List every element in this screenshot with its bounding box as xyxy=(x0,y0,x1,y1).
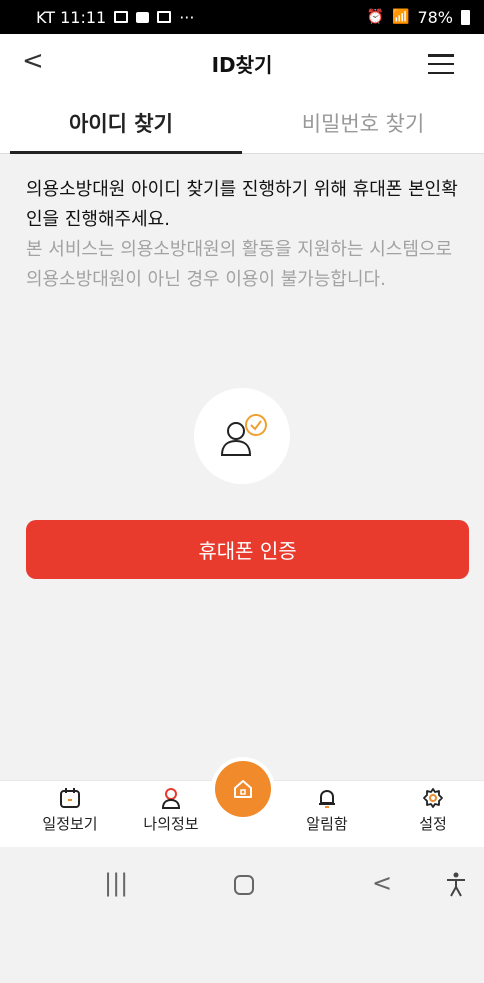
calendar-icon xyxy=(60,788,80,808)
person-check-icon xyxy=(220,414,267,456)
battery-icon xyxy=(461,9,470,25)
nav-settings-label: 설정 xyxy=(419,815,447,833)
home-icon xyxy=(234,780,252,798)
system-nav-bar: ||| < xyxy=(0,847,484,983)
chat-icon xyxy=(136,11,150,23)
app-header: < ID찾기 xyxy=(0,34,484,92)
intro-sub: 본 서비스는 의용소방대원의 활동을 지원하는 시스템으로 의용소방대원이 아닌… xyxy=(26,239,453,290)
nav-schedule[interactable]: 일정보기 xyxy=(25,787,115,834)
back-system-button[interactable]: < xyxy=(372,869,392,897)
nav-settings[interactable]: 설정 xyxy=(388,787,478,834)
gallery-icon xyxy=(114,11,129,23)
intro-main: 의용소방대원 아이디 찾기를 진행하기 위해 휴대폰 본인확인을 진행해주세요. xyxy=(26,179,458,230)
tab-find-password[interactable]: 비밀번호 찾기 xyxy=(242,92,484,153)
home-button[interactable] xyxy=(215,761,271,817)
home-system-button[interactable] xyxy=(232,873,256,897)
nav-my-info[interactable]: 나의정보 xyxy=(126,787,216,834)
phone-verify-button[interactable]: 휴대폰 인증 xyxy=(26,520,469,579)
back-button[interactable]: < xyxy=(22,46,44,76)
main-content: 의용소방대원 아이디 찾기를 진행하기 위해 휴대폰 본인확인을 진행해주세요.… xyxy=(0,155,484,785)
more-notifications: ··· xyxy=(179,7,195,27)
bottom-nav: 일정보기 나의정보 알림함 설정 xyxy=(0,761,484,847)
bell-icon xyxy=(319,789,335,808)
gear-icon xyxy=(423,788,443,808)
image-icon xyxy=(157,11,172,23)
nav-my-info-label: 나의정보 xyxy=(143,815,199,833)
nav-notifications-label: 알림함 xyxy=(306,815,348,833)
wifi-icon: 📶 xyxy=(392,9,410,25)
accessibility-icon[interactable] xyxy=(444,871,468,897)
battery-percent: 78% xyxy=(417,7,453,27)
nav-schedule-label: 일정보기 xyxy=(42,815,98,833)
page-title: ID찾기 xyxy=(211,52,273,77)
hamburger-icon[interactable] xyxy=(428,54,454,74)
identity-illustration xyxy=(194,388,290,484)
person-icon xyxy=(161,788,181,809)
status-time: KT 11:11 xyxy=(36,7,107,27)
recent-apps-button[interactable]: ||| xyxy=(104,869,128,897)
status-bar: KT 11:11 ··· ⏰ 📶 78% xyxy=(0,0,484,34)
alarm-icon: ⏰ xyxy=(366,9,384,25)
nav-notifications[interactable]: 알림함 xyxy=(282,787,372,834)
tab-bar: 아이디 찾기 비밀번호 찾기 xyxy=(0,92,484,154)
intro-text: 의용소방대원 아이디 찾기를 진행하기 위해 휴대폰 본인확인을 진행해주세요.… xyxy=(26,175,458,295)
tab-find-id[interactable]: 아이디 찾기 xyxy=(0,92,242,154)
